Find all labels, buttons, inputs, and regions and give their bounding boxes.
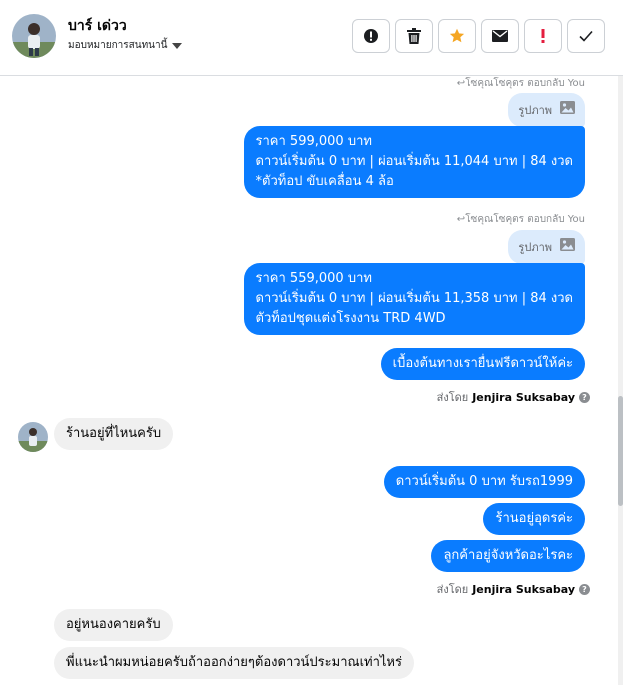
outgoing-message-bubble[interactable]: เบื้องต้นทางเรายื่นฟรีดาวน์ให้ค่ะ <box>380 348 585 380</box>
agent-name: Jenjira Suksabay <box>472 390 575 404</box>
reply-arrow-icon: ↩ <box>456 78 466 89</box>
header-actions <box>352 19 605 53</box>
message-text: เบื้องต้นทางเรายื่นฟรีดาวน์ให้ค่ะ <box>392 356 573 371</box>
message-line: *ตัวท็อป ขับเคลื่อน 4 ล้อ <box>255 174 394 189</box>
mark-done-button[interactable] <box>567 19 605 53</box>
mark-unread-button[interactable] <box>481 19 519 53</box>
outgoing-message-bubble[interactable]: ดาวน์เริ่มต้น 0 บาท รับรถ1999 <box>383 466 585 498</box>
mark-spam-button[interactable] <box>352 19 390 53</box>
contact-avatar-small[interactable] <box>18 422 48 452</box>
agent-name: Jenjira Suksabay <box>472 582 575 596</box>
help-icon[interactable]: ? <box>579 583 590 595</box>
outgoing-message-bubble[interactable]: ร้านอยู่อุดรค่ะ <box>483 503 585 535</box>
message-text: ร้านอยู่อุดรค่ะ <box>495 511 573 526</box>
message-text: พี่แนะนำผมหน่อยครับถ้าออกง่ายๆต้องดาวน์ป… <box>66 655 402 670</box>
outgoing-message-bubble[interactable]: ลูกค้าอยู่จังหวัดอะไรคะ <box>431 540 585 572</box>
message-line: ราคา 559,000 บาท <box>255 271 372 286</box>
quote-label: รูปภาพ <box>518 241 552 254</box>
trash-icon <box>407 28 421 44</box>
contact-name[interactable]: บาร์ เด่วว <box>68 15 127 37</box>
incoming-message-bubble[interactable]: อยู่หนองคายครับ <box>54 609 173 641</box>
outgoing-message-bubble[interactable]: ราคา 559,000 บาท ดาวน์เริ่มต้น 0 บาท | ผ… <box>243 263 585 335</box>
mail-icon <box>492 30 508 42</box>
reply-arrow-icon: ↩ <box>456 214 466 225</box>
outgoing-message-bubble[interactable]: ราคา 599,000 บาท ดาวน์เริ่มต้น 0 บาท | ผ… <box>243 126 585 198</box>
check-icon <box>579 30 593 42</box>
quoted-image-message[interactable]: รูปภาพ <box>508 93 585 127</box>
image-icon <box>560 101 575 114</box>
message-thread: ↩โซคุณโซคุตร ตอบกลับ You รูปภาพ ราคา 599… <box>0 76 618 685</box>
message-text: อยู่หนองคายครับ <box>66 617 161 632</box>
message-text: ลูกค้าอยู่จังหวัดอะไรคะ <box>443 548 573 563</box>
message-line: ตัวท็อปชุดแต่งโรงงาน TRD 4WD <box>255 311 446 326</box>
contact-avatar[interactable] <box>12 14 56 58</box>
reply-meta: ↩โซคุณโซคุตร ตอบกลับ You <box>456 78 585 89</box>
assign-label: มอบหมายการสนทนานี้ <box>68 40 168 51</box>
delete-button[interactable] <box>395 19 433 53</box>
message-text: ร้านอยู่ที่ไหนครับ <box>66 426 162 441</box>
quoted-image-message[interactable]: รูปภาพ <box>508 230 585 264</box>
incoming-message-bubble[interactable]: ร้านอยู่ที่ไหนครับ <box>54 418 174 450</box>
help-icon[interactable]: ? <box>579 391 590 403</box>
star-icon <box>449 28 465 43</box>
conversation-header: บาร์ เด่วว มอบหมายการสนทนานี้ <box>0 0 623 76</box>
incoming-message-bubble[interactable]: พี่แนะนำผมหน่อยครับถ้าออกง่ายๆต้องดาวน์ป… <box>54 647 414 679</box>
exclamation-icon <box>541 29 545 43</box>
quote-label: รูปภาพ <box>518 104 552 117</box>
alert-circle-icon <box>364 29 378 43</box>
message-line: ดาวน์เริ่มต้น 0 บาท | ผ่อนเริ่มต้น 11,04… <box>255 154 573 169</box>
chat-scrollbar[interactable] <box>618 76 623 685</box>
scrollbar-thumb[interactable] <box>618 396 623 506</box>
message-line: ราคา 599,000 บาท <box>255 134 372 149</box>
sent-by-label: ส่งโดย Jenjira Suksabay ? <box>437 388 590 406</box>
follow-up-button[interactable] <box>524 19 562 53</box>
reply-meta: ↩โซคุณโซคุตร ตอบกลับ You <box>456 214 585 225</box>
assign-conversation-dropdown[interactable]: มอบหมายการสนทนานี้ <box>68 38 183 53</box>
caret-down-icon <box>172 42 183 49</box>
image-icon <box>560 238 575 251</box>
star-button[interactable] <box>438 19 476 53</box>
sent-by-label: ส่งโดย Jenjira Suksabay ? <box>437 580 590 598</box>
message-text: ดาวน์เริ่มต้น 0 บาท รับรถ1999 <box>395 474 573 489</box>
message-line: ดาวน์เริ่มต้น 0 บาท | ผ่อนเริ่มต้น 11,35… <box>255 291 573 306</box>
